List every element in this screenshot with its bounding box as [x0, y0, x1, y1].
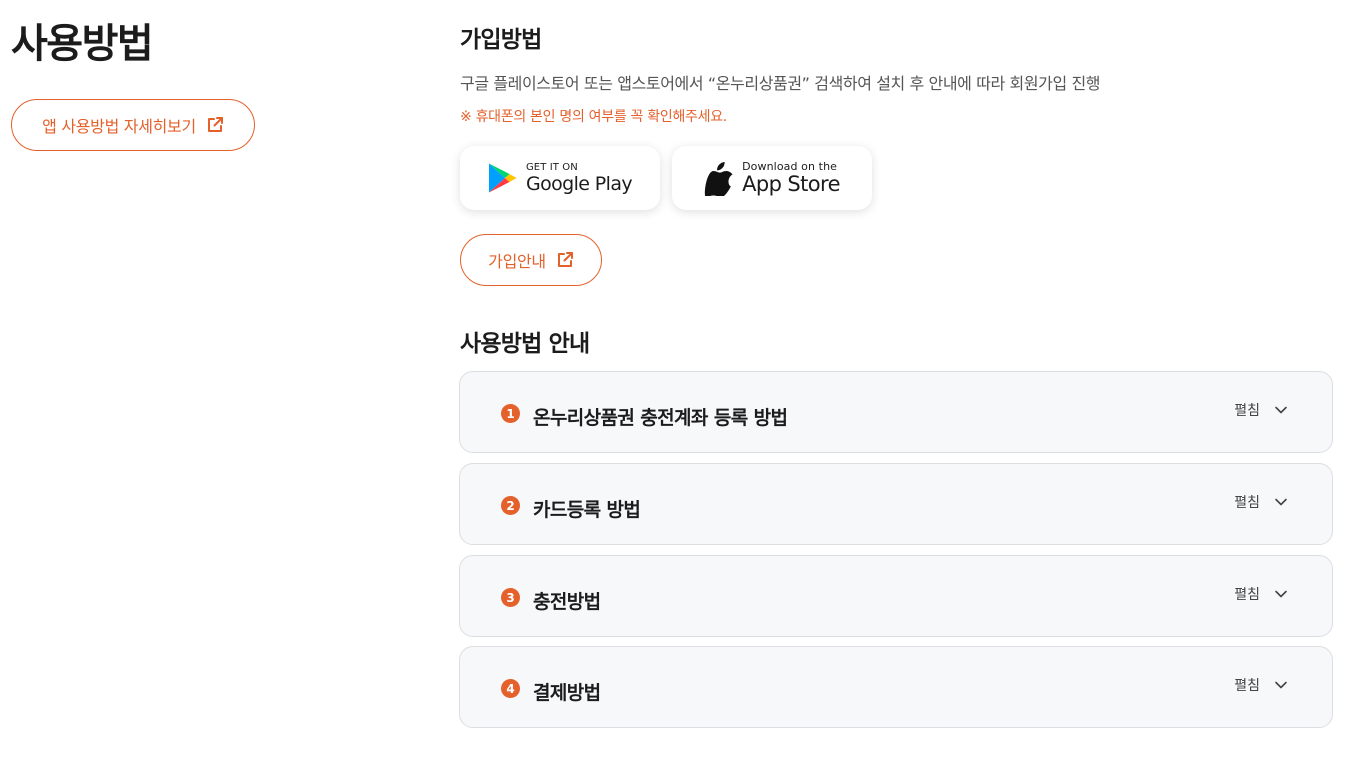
signup-guide-button-label: 가입안내 — [488, 252, 546, 271]
expand-toggle[interactable]: 펼침 — [1234, 584, 1288, 604]
accordion-title: 충전방법 — [533, 591, 601, 613]
app-store-small-text: Download on the — [742, 160, 838, 173]
google-play-small-text: GET IT ON — [525, 161, 578, 173]
accordion-title: 카드등록 방법 — [533, 499, 641, 521]
expand-toggle[interactable]: 펼침 — [1234, 400, 1288, 420]
page-title: 사용방법 — [11, 21, 154, 67]
chevron-down-icon — [1275, 590, 1287, 598]
step-number-badge: 3 — [501, 588, 520, 607]
expand-label: 펼침 — [1234, 678, 1260, 694]
accordion-item-payment[interactable]: 4 결제방법 펼침 — [459, 646, 1333, 728]
accordion-item-charge-account[interactable]: 1 온누리상품권 충전계좌 등록 방법 펼침 — [459, 371, 1333, 453]
google-play-icon — [488, 163, 517, 193]
chevron-down-icon — [1275, 406, 1287, 414]
app-guide-detail-button[interactable]: 앱 사용방법 자세히보기 — [11, 99, 255, 151]
signup-guide-button[interactable]: 가입안내 — [460, 234, 602, 286]
expand-label: 펼침 — [1234, 587, 1260, 603]
external-link-icon — [207, 117, 223, 132]
external-link-icon — [557, 252, 573, 267]
signup-section-title: 가입방법 — [460, 27, 542, 53]
accordion-title: 온누리상품권 충전계좌 등록 방법 — [533, 407, 788, 429]
app-guide-button-label: 앱 사용방법 자세히보기 — [42, 117, 196, 136]
apple-icon — [704, 162, 733, 196]
expand-label: 펼침 — [1234, 495, 1260, 511]
expand-label: 펼침 — [1234, 403, 1260, 419]
accordion-title: 결제방법 — [533, 682, 601, 704]
expand-toggle[interactable]: 펼침 — [1234, 675, 1288, 695]
google-play-big-text: Google Play — [525, 172, 633, 195]
accordion-item-charging[interactable]: 3 충전방법 펼침 — [459, 555, 1333, 637]
chevron-down-icon — [1275, 498, 1287, 506]
step-number-badge: 4 — [501, 679, 520, 698]
chevron-down-icon — [1275, 681, 1287, 689]
expand-toggle[interactable]: 펼침 — [1234, 492, 1288, 512]
usage-section-title: 사용방법 안내 — [460, 331, 590, 357]
step-number-badge: 1 — [501, 404, 520, 423]
accordion-item-card-registration[interactable]: 2 카드등록 방법 펼침 — [459, 463, 1333, 545]
app-store-button[interactable]: Download on the App Store — [672, 146, 872, 210]
app-store-big-text: App Store — [742, 172, 840, 196]
step-number-badge: 2 — [501, 496, 520, 515]
signup-notice: ※ 휴대폰의 본인 명의 여부를 꼭 확인해주세요. — [460, 109, 727, 125]
signup-description: 구글 플레이스토어 또는 앱스토어에서 “온누리상품권” 검색하여 설치 후 안… — [460, 74, 1101, 93]
google-play-button[interactable]: GET IT ON Google Play — [460, 146, 660, 210]
